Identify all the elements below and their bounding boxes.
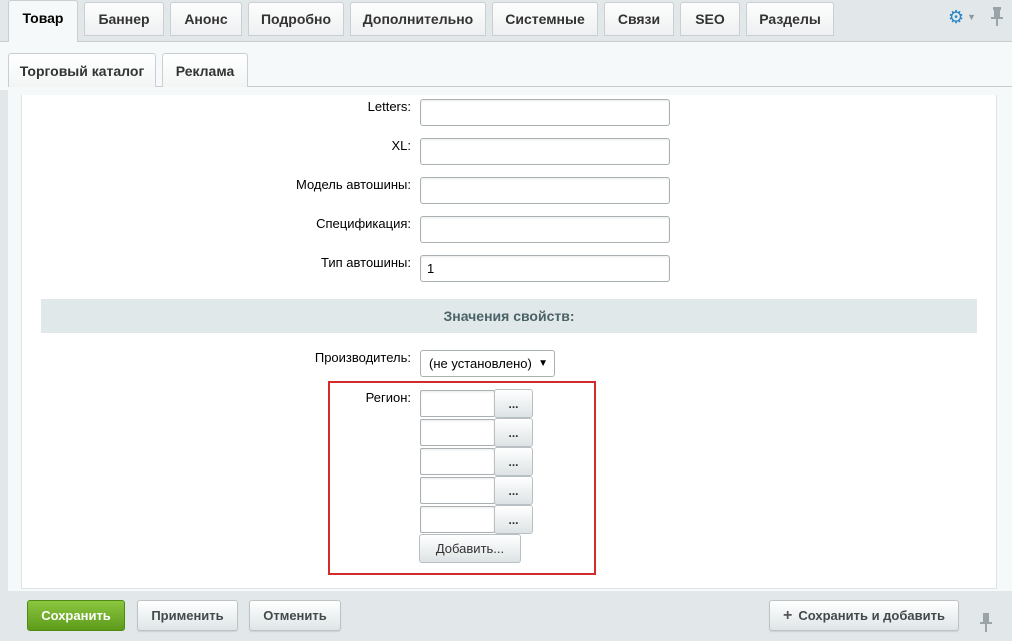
settings-button[interactable]: ⚙ ▼ [948,7,978,27]
add-region-button[interactable]: Добавить... [419,534,521,563]
dropdown-arrow-icon: ▼ [538,358,548,369]
tab-details[interactable]: Подробно [248,2,344,36]
specification-input[interactable] [420,216,670,243]
tab-banner[interactable]: Баннер [84,2,164,36]
field-label-xl: XL: [391,138,411,153]
pin-icon[interactable] [980,612,992,632]
region-browse-button-1[interactable]: ... [494,389,533,418]
tab-links[interactable]: Связи [604,2,674,36]
region-browse-button-2[interactable]: ... [494,418,533,447]
tab-announce[interactable]: Анонс [170,2,242,36]
region-input-2[interactable] [420,419,495,446]
region-input-3[interactable] [420,448,495,475]
tab-seo[interactable]: SEO [680,2,740,36]
save-and-add-label: Сохранить и добавить [798,608,945,623]
tire-type-input[interactable] [420,255,670,282]
save-button[interactable]: Сохранить [27,600,125,631]
field-label-specification: Спецификация: [316,216,411,231]
xl-input[interactable] [420,138,670,165]
region-input-4[interactable] [420,477,495,504]
section-header: Значения свойств: [41,299,977,333]
region-browse-button-5[interactable]: ... [494,505,533,534]
field-label-letters: Letters: [367,99,411,114]
subtab-advertising[interactable]: Реклама [162,53,248,87]
field-label-tire-model: Модель автошины: [296,177,411,192]
tab-system[interactable]: Системные [492,2,598,36]
pin-icon[interactable] [990,6,1004,26]
manufacturer-label: Производитель: [314,350,411,365]
save-and-add-button[interactable]: + Сохранить и добавить [769,600,959,631]
tab-product[interactable]: Товар [8,0,78,42]
tire-model-input[interactable] [420,177,670,204]
manufacturer-select[interactable]: (не установлено) ▼ [420,350,555,377]
cancel-button[interactable]: Отменить [249,600,341,631]
subtab-trade-catalog[interactable]: Торговый каталог [8,53,156,87]
apply-button[interactable]: Применить [137,600,238,631]
field-label-tire-type: Тип автошины: [321,255,411,270]
letters-input[interactable] [420,99,670,126]
region-input-5[interactable] [420,506,495,533]
plus-icon: + [783,606,793,624]
gear-icon: ⚙ [948,6,965,27]
chevron-down-icon: ▼ [967,12,977,22]
region-label: Регион: [365,390,411,405]
manufacturer-selected: (не установлено) [429,356,532,371]
region-browse-button-3[interactable]: ... [494,447,533,476]
region-input-1[interactable] [420,390,495,417]
tab-sections[interactable]: Разделы [746,2,834,36]
tab-additional[interactable]: Дополнительно [350,2,486,36]
region-browse-button-4[interactable]: ... [494,476,533,505]
